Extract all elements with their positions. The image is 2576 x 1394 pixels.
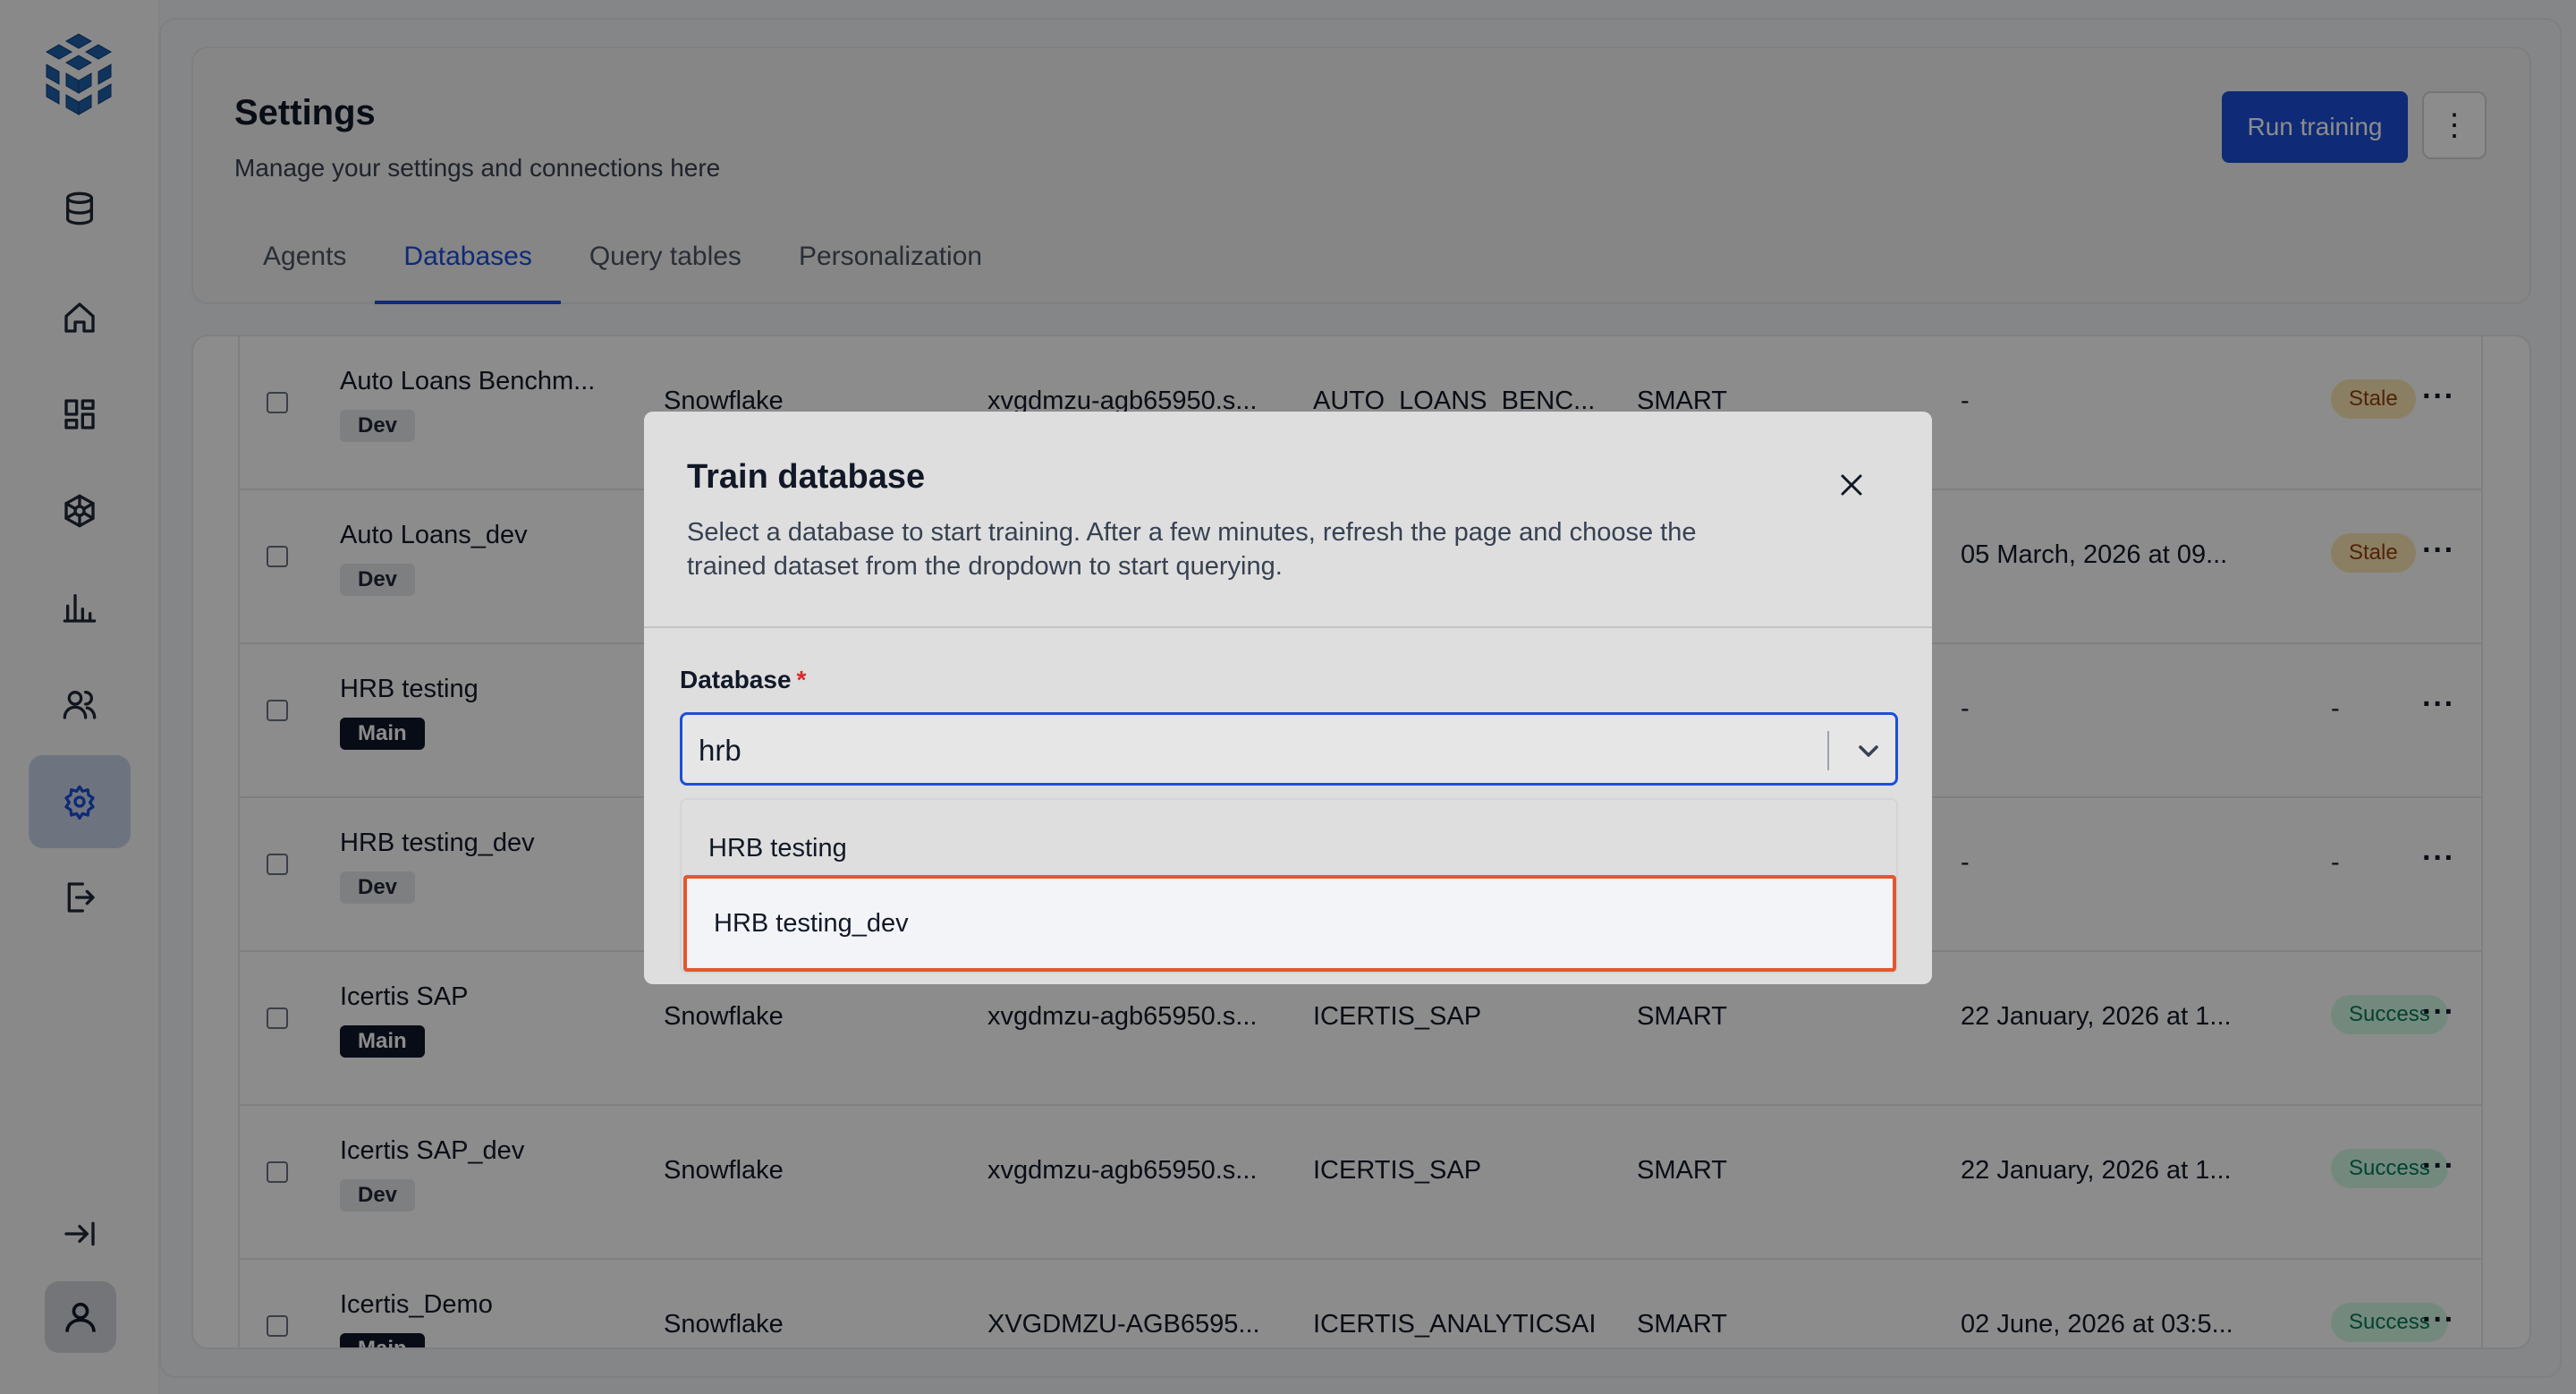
required-mark: * — [796, 666, 807, 693]
database-search-input[interactable] — [699, 731, 1772, 770]
select-separator — [1827, 731, 1829, 770]
modal-description: Select a database to start training. Aft… — [687, 518, 1697, 581]
chevron-down-icon[interactable] — [1852, 735, 1885, 767]
database-select[interactable] — [680, 712, 1898, 786]
database-options-list: HRB testing HRB testing_dev — [680, 798, 1898, 973]
database-field-label: Database * — [680, 666, 806, 694]
option-hrb-testing-dev[interactable]: HRB testing_dev — [683, 875, 1896, 972]
modal-divider — [644, 626, 1932, 628]
database-label-text: Database — [680, 666, 792, 693]
close-icon[interactable] — [1834, 467, 1869, 503]
modal-title: Train database — [687, 458, 926, 496]
option-hrb-testing[interactable]: HRB testing — [682, 812, 1900, 884]
